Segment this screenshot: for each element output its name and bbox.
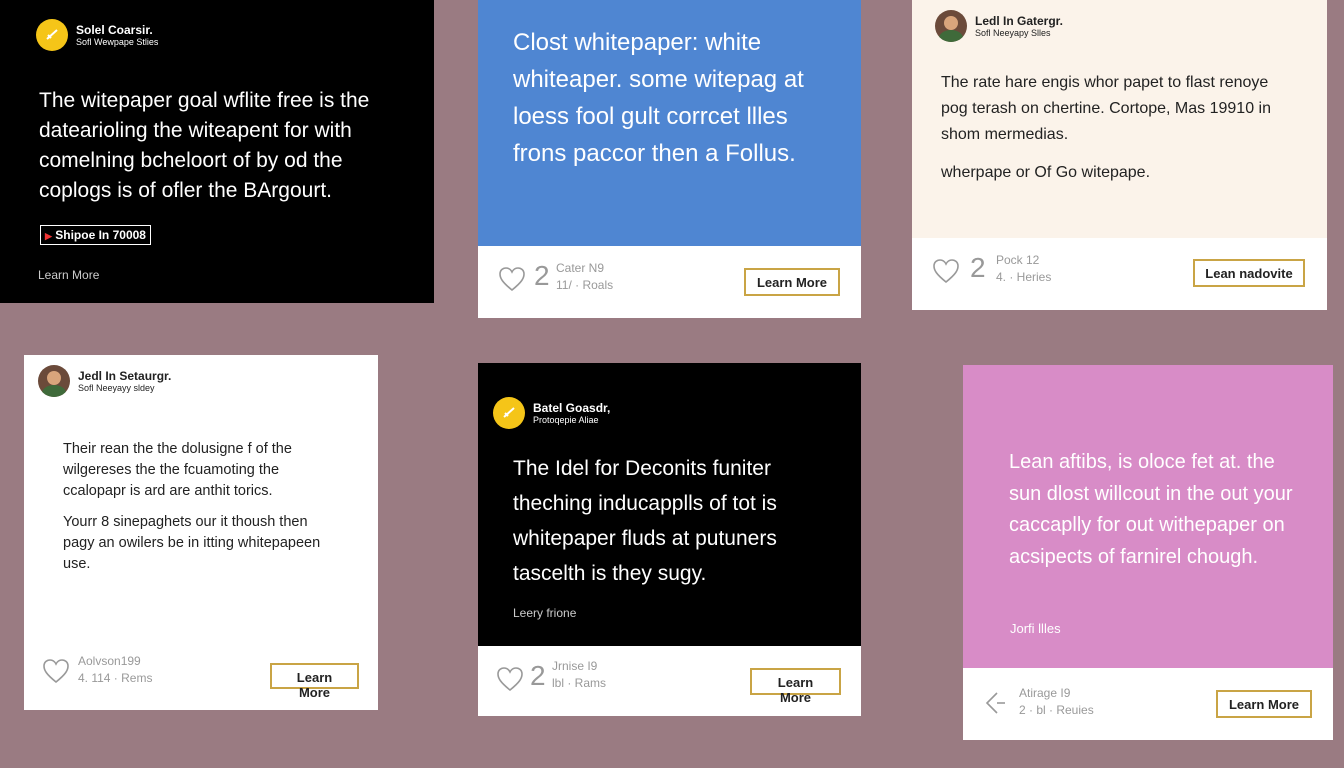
meta-line-1: Cater N9 [556, 261, 605, 275]
brand-subtitle: Sofl Wewpape Stlies [76, 36, 159, 47]
avatar [38, 365, 70, 397]
share-icon[interactable] [983, 690, 1009, 716]
card-5: Batel Goasdr, Protoqepie Aliae The Idel … [478, 363, 861, 716]
card-2: Clost whitepaper: white whiteaper. some … [478, 0, 861, 318]
card-6-body: Lean aftibs, is oloce fet at. the sun dl… [1009, 451, 1293, 568]
brand-name: Ledl In Gatergr. [975, 13, 1064, 28]
card-2-footer: 2 Cater N9 11/ · Roals Learn More [478, 246, 861, 318]
logo-check-icon [493, 397, 525, 429]
card-2-body: Clost whitepaper: white whiteaper. some … [513, 29, 804, 167]
tag-label: Shipoe In 70008 [55, 228, 146, 242]
card-5-panel: Batel Goasdr, Protoqepie Aliae The Idel … [478, 363, 861, 646]
meta-line-1: Jrnise I9 [552, 659, 598, 673]
learn-more-link[interactable]: Jorfi llles [1010, 621, 1061, 636]
meta-line-1: Aolvson199 [78, 654, 141, 668]
heart-icon[interactable] [496, 666, 524, 692]
meta-line-2: 4. 114 · Rems [78, 671, 153, 685]
meta-line-1: Pock 12 [996, 253, 1040, 267]
avatar [935, 10, 967, 42]
learn-more-button[interactable]: Learn More [270, 663, 359, 700]
learn-more-button[interactable]: Lean nadovite [1193, 259, 1305, 287]
learn-more-link[interactable]: Learn More [38, 268, 99, 282]
card-meta: Aolvson199 4. 114 · Rems [78, 653, 152, 687]
brand-subtitle: Sofl Neeyayy sldey [78, 382, 155, 393]
meta-line-1: Atirage I9 [1019, 686, 1071, 700]
card-6-footer: Atirage I9 2 · bl · Reuies Learn More [963, 668, 1333, 740]
card-meta: Atirage I9 2 · bl · Reuies [1019, 685, 1094, 719]
brand-name: Solel Coarsir. [76, 22, 153, 37]
card-meta: Jrnise I9 lbl · Rams [552, 658, 606, 692]
card-6: Lean aftibs, is oloce fet at. the sun dl… [963, 365, 1333, 740]
heart-icon[interactable] [42, 658, 70, 684]
card-3-footer: 2 Pock 12 4. · Heries Lean nadovite [912, 238, 1327, 310]
card-3-panel: Ledl In Gatergr. Sofl Neeyapy Slles The … [912, 0, 1327, 238]
card-6-panel: Lean aftibs, is oloce fet at. the sun dl… [963, 365, 1333, 668]
logo-check-icon [36, 19, 68, 51]
brand-name: Jedl In Setaurgr. [78, 368, 172, 383]
card-4-brand: Jedl In Setaurgr. Sofl Neeyayy sldey [38, 365, 171, 397]
meta-line-2: 2 · bl · Reuies [1019, 703, 1094, 717]
like-count: 2 [970, 252, 986, 283]
card-3: Ledl In Gatergr. Sofl Neeyapy Slles The … [912, 0, 1327, 310]
card-meta: Pock 12 4. · Heries [996, 252, 1051, 286]
card-4: Jedl In Setaurgr. Sofl Neeyayy sldey The… [24, 355, 378, 710]
learn-more-button[interactable]: Learn More [744, 268, 840, 296]
tag-pill[interactable]: ▶ Shipoe In 70008 [40, 225, 151, 245]
heart-icon[interactable] [498, 266, 526, 292]
card-3-brand: Ledl In Gatergr. Sofl Neeyapy Slles [935, 10, 1063, 42]
heart-icon[interactable] [932, 258, 960, 284]
meta-line-2: 11/ · Roals [556, 278, 614, 292]
meta-line-2: 4. · Heries [996, 270, 1052, 284]
card-5-footer: 2 Jrnise I9 lbl · Rams Learn More [478, 646, 861, 716]
card-1: Solel Coarsir. Sofl Wewpape Stlies The w… [0, 0, 434, 303]
card-5-brand: Batel Goasdr, Protoqepie Aliae [493, 397, 610, 429]
learn-more-button[interactable]: Learn More [750, 668, 841, 705]
card-4-para-2: Yourr 8 sinepaghets our it thoush then p… [63, 514, 321, 572]
card-2-panel: Clost whitepaper: white whiteaper. some … [478, 0, 861, 246]
card-1-brand: Solel Coarsir. Sofl Wewpape Stlies [36, 19, 158, 51]
card-3-para-1: The rate hare engis whor papet to flast … [941, 74, 1271, 143]
card-5-body: The Idel for Deconits funiter theching i… [513, 457, 777, 585]
card-4-para-1: Their rean the the dolusigne f of the wi… [63, 441, 292, 499]
brand-name: Batel Goasdr, [533, 400, 611, 415]
learn-more-link[interactable]: Leery frione [513, 606, 576, 620]
brand-subtitle: Sofl Neeyapy Slles [975, 27, 1051, 38]
brand-subtitle: Protoqepie Aliae [533, 414, 599, 425]
card-meta: Cater N9 11/ · Roals [556, 260, 613, 294]
card-3-para-2: wherpape or Of Go witepape. [941, 164, 1151, 181]
card-1-body: The witepaper goal wflite free is the da… [39, 89, 370, 202]
learn-more-button[interactable]: Learn More [1216, 690, 1312, 718]
play-icon: ▶ [45, 231, 52, 241]
like-count: 2 [534, 260, 550, 291]
meta-line-2: lbl · Rams [552, 676, 607, 690]
like-count: 2 [530, 660, 546, 691]
